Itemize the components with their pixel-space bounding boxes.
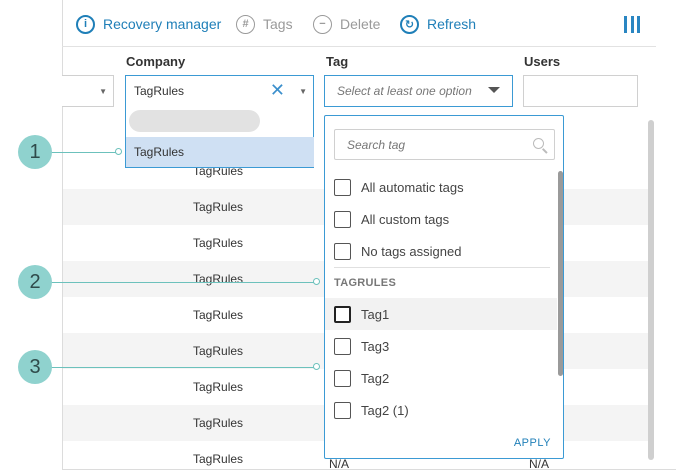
callout-dot-2 xyxy=(313,278,320,285)
company-option[interactable]: TagRules xyxy=(126,137,314,167)
toolbar: i Recovery manager # Tags − Delete ↻ Ref… xyxy=(62,0,656,47)
tag-label: Tag3 xyxy=(361,338,390,354)
company-cell: TagRules xyxy=(193,452,244,466)
hash-icon: # xyxy=(236,14,255,34)
option-all-automatic-tags[interactable]: All automatic tags xyxy=(325,171,557,203)
column-header-tag[interactable]: Tag xyxy=(326,54,348,69)
refresh-label: Refresh xyxy=(427,16,477,32)
recovery-label: Recovery manager xyxy=(103,16,222,32)
minus-circle-icon: − xyxy=(313,14,332,34)
tag-option[interactable]: Tag1 xyxy=(325,298,557,330)
option-label: All automatic tags xyxy=(361,179,464,195)
column-header-users[interactable]: Users xyxy=(524,54,560,69)
group-label: TAGRULES xyxy=(334,277,397,289)
checkbox[interactable] xyxy=(334,242,351,260)
callout-3: 3 xyxy=(18,350,52,384)
tag-dropdown: Search tag All automatic tags All custom… xyxy=(324,115,564,459)
callout-2: 2 xyxy=(18,265,52,299)
callout-dot-1 xyxy=(115,148,122,155)
users-filter-input[interactable] xyxy=(523,75,638,107)
caret-down-icon[interactable]: ▼ xyxy=(299,87,307,96)
checkbox[interactable] xyxy=(334,337,351,355)
tag-option[interactable]: Tag3 xyxy=(325,330,557,362)
company-cell: TagRules xyxy=(193,380,244,394)
search-icon xyxy=(533,138,544,149)
tags-button[interactable]: # Tags xyxy=(236,13,293,35)
clear-icon[interactable]: ✕ xyxy=(270,80,285,101)
company-cell: TagRules xyxy=(193,272,244,286)
delete-button[interactable]: − Delete xyxy=(313,13,380,35)
option-label: All custom tags xyxy=(361,211,450,227)
checkbox[interactable] xyxy=(334,401,351,419)
search-placeholder: Search tag xyxy=(347,138,406,152)
company-filter[interactable]: TagRules ✕ ▼ xyxy=(125,75,314,107)
company-cell: TagRules xyxy=(193,344,244,358)
search-tag-input[interactable]: Search tag xyxy=(334,129,555,160)
company-cell: TagRules xyxy=(193,416,244,430)
refresh-icon: ↻ xyxy=(400,14,419,34)
tag-option[interactable]: Tag2 xyxy=(325,362,557,394)
checkbox[interactable] xyxy=(334,369,351,387)
callout-dot-3 xyxy=(313,363,320,370)
main-scrollbar[interactable] xyxy=(648,120,654,460)
caret-down-icon: ▼ xyxy=(99,87,107,96)
callout-leader-2 xyxy=(50,282,316,283)
columns-icon[interactable] xyxy=(624,16,640,33)
recovery-manager-button[interactable]: i Recovery manager xyxy=(76,13,221,35)
company-dropdown: TagRules xyxy=(125,106,314,168)
callout-leader-3 xyxy=(50,367,316,368)
first-column-filter[interactable]: ▼ xyxy=(62,75,114,107)
column-header-company[interactable]: Company xyxy=(126,54,185,69)
option-all-custom-tags[interactable]: All custom tags xyxy=(325,203,557,235)
callout-1: 1 xyxy=(18,135,52,169)
tag-label: Tag2 xyxy=(361,370,390,386)
delete-label: Delete xyxy=(340,16,381,32)
dropdown-scrollbar[interactable] xyxy=(558,171,563,376)
company-filter-value: TagRules xyxy=(134,84,185,98)
tag-label: Tag2 (1) xyxy=(361,402,409,418)
tag-filter-placeholder: Select at least one option xyxy=(337,84,472,98)
loading-placeholder xyxy=(129,110,260,132)
checkbox[interactable] xyxy=(334,178,351,196)
option-label: No tags assigned xyxy=(361,243,462,259)
chevron-down-icon[interactable] xyxy=(488,87,500,93)
option-no-tags-assigned[interactable]: No tags assigned xyxy=(325,235,557,267)
callout-leader-1 xyxy=(50,152,118,153)
company-cell: TagRules xyxy=(193,308,244,322)
tags-label: Tags xyxy=(263,16,293,32)
tag-filter[interactable]: Select at least one option xyxy=(324,75,513,107)
tag-option[interactable]: Tag2 (1) xyxy=(325,394,557,426)
apply-button[interactable]: APPLY xyxy=(514,437,551,449)
recovery-icon: i xyxy=(76,14,95,34)
checkbox[interactable] xyxy=(334,210,351,228)
company-cell: TagRules xyxy=(193,236,244,250)
tag-label: Tag1 xyxy=(361,306,390,322)
checkbox[interactable] xyxy=(334,305,351,323)
company-cell: TagRules xyxy=(193,200,244,214)
divider xyxy=(334,267,550,268)
refresh-button[interactable]: ↻ Refresh xyxy=(400,13,476,35)
